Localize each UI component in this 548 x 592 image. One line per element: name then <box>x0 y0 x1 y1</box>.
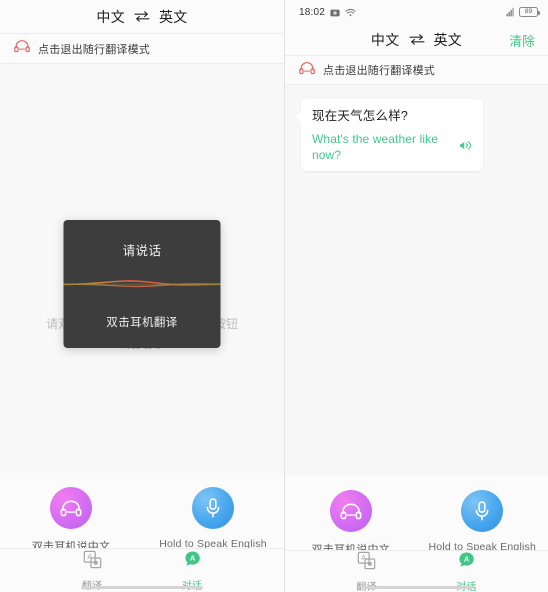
message-translation-text: What's the weather like now? <box>312 132 438 162</box>
modal-title: 请说话 <box>122 244 162 258</box>
hold-to-speak-english-button[interactable]: Hold to Speak English <box>422 490 542 553</box>
modal-subtitle: 双击耳机翻译 <box>106 317 178 329</box>
speak-chinese-button[interactable]: 双击耳机说中文 <box>11 487 131 554</box>
right-headphone-mode-banner[interactable]: 点击退出随行翻译模式 <box>285 56 548 85</box>
left-phone-screen: 中文 英文 点击退出随行翻译模式 请说话 双击耳机翻译 双击耳机说中文 Hold… <box>0 0 285 592</box>
target-language-label[interactable]: 英文 <box>434 30 463 50</box>
headphone-icon[interactable] <box>50 487 92 529</box>
right-bottom-tabbar: A 翻译 A 对话 <box>285 550 548 592</box>
left-language-header: 中文 英文 <box>0 0 284 34</box>
right-conversation-area: 现在天气怎么样? What's the weather like now? <box>285 85 548 476</box>
language-selector[interactable]: 中文 英文 <box>96 7 187 27</box>
right-action-buttons: 双击耳机说中文 Hold to Speak English <box>285 476 548 556</box>
speech-recording-modal: 请说话 双击耳机翻译 <box>63 220 221 348</box>
microphone-icon[interactable] <box>192 487 234 529</box>
translate-icon: A <box>357 551 376 575</box>
home-indicator <box>360 586 473 589</box>
camera-icon <box>330 8 340 17</box>
status-bar: 18:02 89 <box>285 0 548 24</box>
tab-conversation-label: 对话 <box>182 577 203 592</box>
tab-translate-label: 翻译 <box>82 577 103 592</box>
banner-label: 点击退出随行翻译模式 <box>323 65 435 77</box>
tab-conversation-label: 对话 <box>456 578 477 592</box>
target-language-label[interactable]: 英文 <box>159 7 188 27</box>
left-conversation-area: 请双击耳机说中文，或按住屏幕按钮 说英文 请说话 <box>0 64 284 473</box>
left-headphone-mode-banner[interactable]: 点击退出随行翻译模式 <box>0 34 284 64</box>
battery-icon: 89 <box>519 7 540 17</box>
banner-label: 点击退出随行翻译模式 <box>38 43 150 56</box>
speaker-icon[interactable] <box>459 139 472 155</box>
battery-level: 89 <box>524 7 533 15</box>
svg-text:A: A <box>464 554 470 563</box>
headphone-icon[interactable] <box>329 490 372 532</box>
right-language-header: 中文 英文 清除 <box>285 24 548 56</box>
swap-horizontal-icon[interactable] <box>134 11 150 22</box>
app-screenshot: 中文 英文 点击退出随行翻译模式 请说话 双击耳机翻译 双击耳机说中文 Hold… <box>0 0 548 592</box>
svg-text:A: A <box>189 553 195 562</box>
tab-translate-label: 翻译 <box>356 578 377 592</box>
message-translation-row: What's the weather like now? <box>312 131 472 163</box>
signal-icon <box>506 7 514 17</box>
message-source-text: 现在天气怎么样? <box>312 109 409 123</box>
headphone-icon <box>14 39 30 58</box>
message-bubble[interactable]: 现在天气怎么样? What's the weather like now? <box>296 99 483 171</box>
conversation-icon: A <box>457 551 476 575</box>
source-language-label[interactable]: 中文 <box>96 7 125 27</box>
left-bottom-tabbar: A 翻译 A 对话 <box>0 548 284 592</box>
status-bar-time: 18:02 <box>299 6 326 18</box>
speak-chinese-button[interactable]: 双击耳机说中文 <box>291 490 411 557</box>
home-indicator <box>81 586 203 589</box>
headphone-icon <box>299 61 315 80</box>
message-list: 现在天气怎么样? What's the weather like now? <box>285 85 548 171</box>
swap-horizontal-icon[interactable] <box>408 34 425 45</box>
microphone-icon[interactable] <box>461 490 504 532</box>
conversation-icon: A <box>183 550 202 574</box>
left-action-buttons: 双击耳机说中文 Hold to Speak English <box>0 473 284 553</box>
translate-icon: A <box>83 550 102 574</box>
wifi-icon <box>345 8 356 17</box>
language-selector[interactable]: 中文 英文 <box>371 30 462 50</box>
audio-waveform-icon <box>63 275 221 293</box>
source-language-label[interactable]: 中文 <box>371 30 400 50</box>
right-phone-screen: 18:02 89 中文 英文 清除 点击退出随行翻译模式 现在天气怎么样? Wh… <box>285 0 548 592</box>
hold-to-speak-english-button[interactable]: Hold to Speak English <box>153 487 273 550</box>
clear-button[interactable]: 清除 <box>509 30 535 49</box>
